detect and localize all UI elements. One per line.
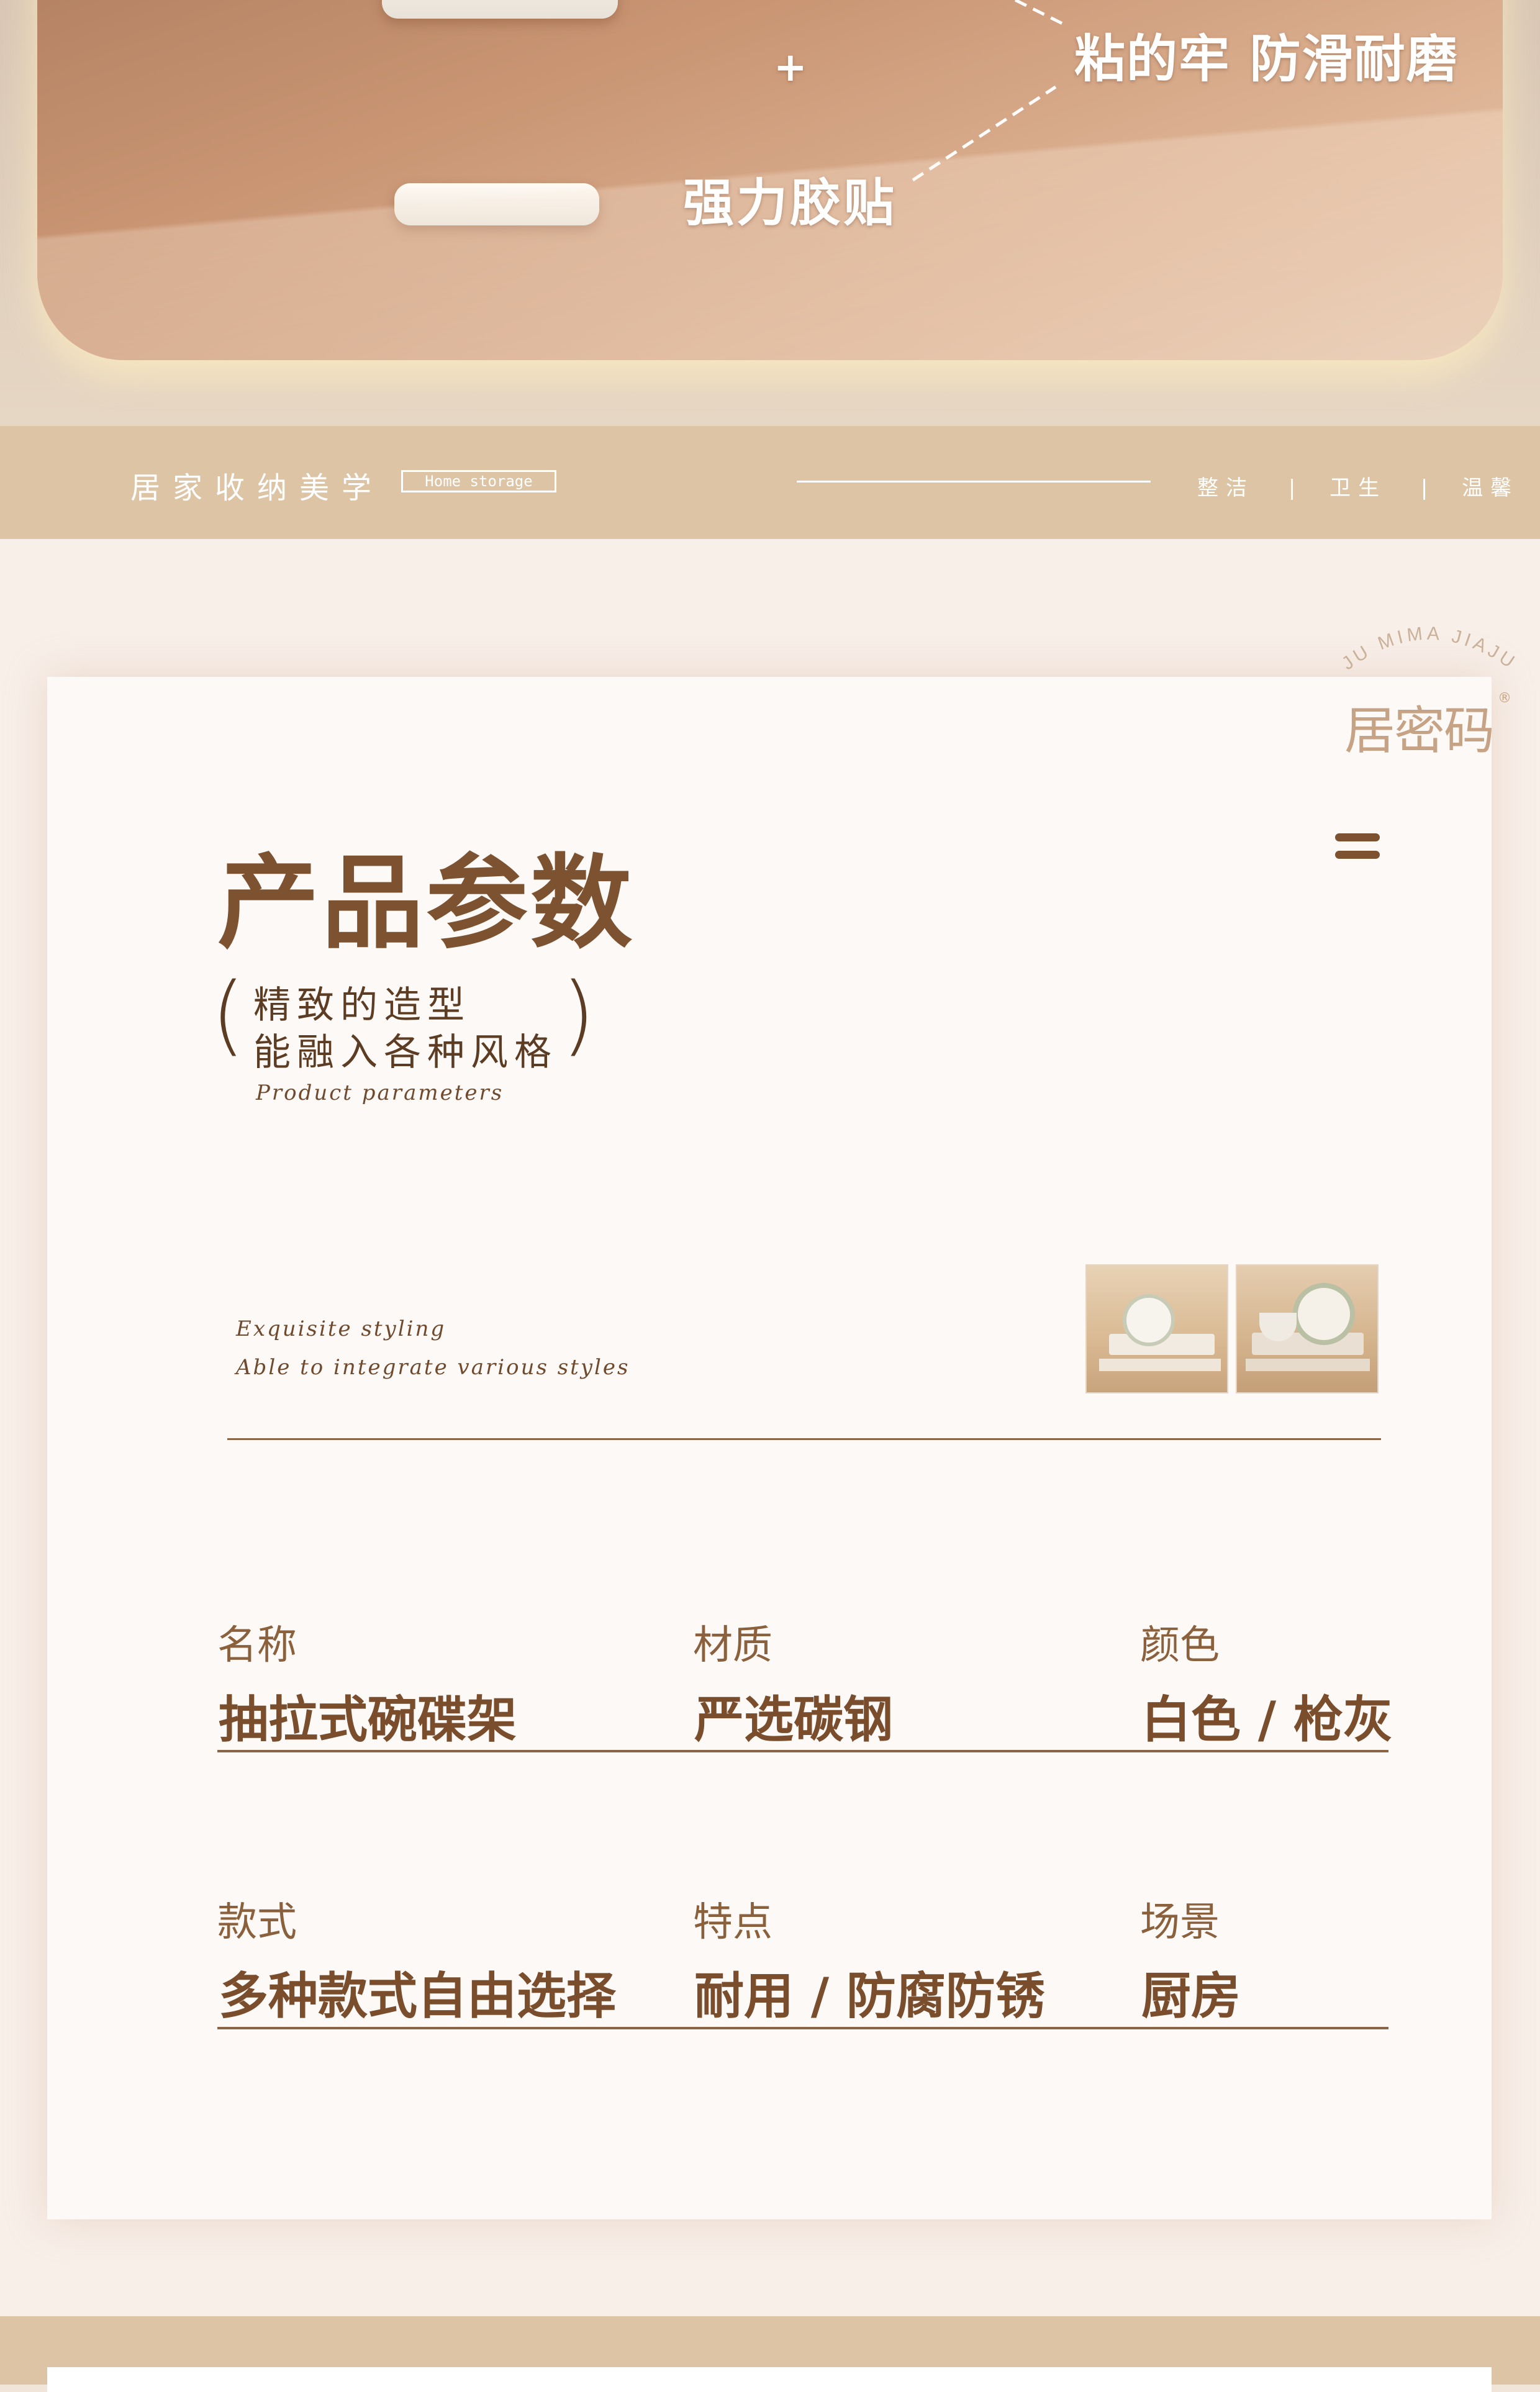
- product-thumbnail-gray: [1236, 1264, 1379, 1393]
- spec-label-feature: 特点: [693, 1900, 772, 1946]
- spec-label-name: 名称: [217, 1623, 297, 1669]
- spec-value-name: 抽拉式碗碟架: [219, 1691, 517, 1749]
- menu-icon: [1335, 833, 1380, 861]
- callout-adhesive: 强力胶贴: [683, 174, 897, 233]
- menu-bar: [1335, 833, 1380, 841]
- spec-value-scene: 厨房: [1141, 1967, 1241, 2025]
- brand-arc-text: JU MIMA JIAJU: [1338, 623, 1521, 674]
- rack-base: [1099, 1359, 1221, 1371]
- plates-shape: [1293, 1283, 1355, 1345]
- product-thumbnail-white: [1085, 1264, 1228, 1393]
- paren-open: (: [211, 964, 245, 1066]
- menu-bar: [1335, 851, 1380, 859]
- plates-shape: [1123, 1294, 1175, 1346]
- brand-arc-label: JU MIMA JIAJU: [1338, 623, 1518, 674]
- keyword-separator: |: [1288, 476, 1296, 501]
- english-subtitle: Product parameters: [256, 1080, 504, 1105]
- page-title: 产品参数: [217, 844, 635, 963]
- callout-anti-slip: 粘的牢 防滑耐磨: [1074, 30, 1459, 89]
- band-title: 居家收纳美学: [130, 471, 384, 505]
- subtitle-line-1: 精致的造型: [253, 984, 471, 1027]
- spec-label-style: 款式: [217, 1900, 297, 1946]
- keyword-separator: |: [1420, 476, 1428, 501]
- keyword-clean: 整洁: [1197, 476, 1254, 501]
- leader-line-top: [1014, 0, 1066, 27]
- brand-logo: 居密码: [1344, 702, 1495, 761]
- band-tag: Home storage: [401, 470, 556, 492]
- spec-value-feature: 耐用 / 防腐防锈: [694, 1967, 1045, 2025]
- spec-label-color: 颜色: [1140, 1623, 1220, 1669]
- spec-value-material: 严选碳钢: [694, 1691, 893, 1749]
- paren-close: ): [561, 964, 596, 1066]
- band-keywords: 整洁 | 卫生 | 温馨: [1197, 471, 1519, 501]
- adhesive-pad-bottom: [394, 183, 599, 225]
- leader-line-bottom: [912, 85, 1057, 182]
- keyword-cozy: 温馨: [1462, 476, 1520, 501]
- subtitle-line-2: 能融入各种风格: [253, 1031, 558, 1074]
- keyword-hygiene: 卫生: [1329, 476, 1387, 501]
- adhesive-pad-top: [382, 0, 618, 19]
- next-section-card: [47, 2367, 1492, 2392]
- plus-sign: +: [774, 45, 807, 91]
- rack-base: [1246, 1359, 1370, 1371]
- spec-row-2-rule: [217, 2027, 1388, 2029]
- section-divider: [227, 1438, 1381, 1440]
- spec-value-style: 多种款式自由选择: [219, 1967, 616, 2025]
- brand-registered-mark: ®: [1498, 691, 1511, 706]
- band-divider: [797, 481, 1151, 482]
- svg-text:JU MIMA JIAJU: JU MIMA JIAJU: [1338, 623, 1521, 674]
- spec-row-1-rule: [217, 1750, 1388, 1752]
- spec-label-material: 材质: [693, 1623, 772, 1669]
- tagline-line-2: Able to integrate various styles: [236, 1355, 630, 1380]
- spec-value-color: 白色 / 枪灰: [1141, 1691, 1393, 1749]
- tagline-line-1: Exquisite styling: [236, 1316, 446, 1341]
- spec-label-scene: 场景: [1140, 1900, 1220, 1946]
